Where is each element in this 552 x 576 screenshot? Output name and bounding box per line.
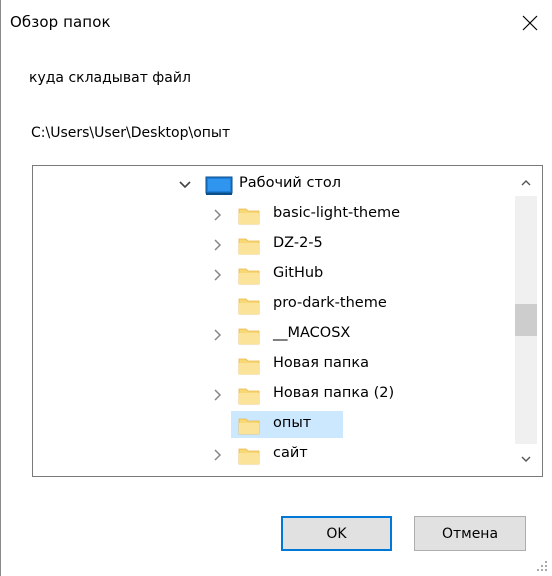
- browse-folders-dialog: Обзор папок куда складыват файл C:\Users…: [0, 0, 552, 576]
- selected-path: C:\Users\User\Desktop\опыт: [31, 125, 231, 141]
- chevron-right-icon[interactable]: [209, 207, 225, 223]
- tree-item-label: DZ-2-5: [273, 235, 323, 251]
- vertical-scrollbar[interactable]: [510, 166, 542, 476]
- tree-item[interactable]: GitHub: [33, 259, 511, 289]
- tree-item[interactable]: Новая папка: [33, 349, 511, 379]
- tree-item[interactable]: сайт: [33, 439, 511, 469]
- chevron-right-icon[interactable]: [209, 447, 225, 463]
- chevron-right-icon[interactable]: [209, 327, 225, 343]
- tree-item-label: GitHub: [273, 265, 324, 281]
- scrollbar-thumb[interactable]: [515, 304, 537, 336]
- tree-item[interactable]: Новая папка (2): [33, 379, 511, 409]
- chevron-right-icon[interactable]: [209, 237, 225, 253]
- window-title: Обзор папок: [10, 13, 111, 31]
- folder-icon: [238, 358, 260, 375]
- scrollbar-track[interactable]: [515, 196, 537, 444]
- tree-item[interactable]: pro-dark-theme: [33, 289, 511, 319]
- tree-item[interactable]: basic-light-theme: [33, 199, 511, 229]
- folder-icon: [238, 238, 260, 255]
- tree-item[interactable]: опыт: [33, 409, 511, 439]
- scroll-up-button[interactable]: [510, 170, 542, 196]
- ok-button[interactable]: OK: [281, 516, 392, 551]
- folder-icon: [238, 208, 260, 225]
- chevron-right-icon[interactable]: [209, 387, 225, 403]
- scroll-down-button[interactable]: [510, 446, 542, 472]
- folder-icon: [238, 418, 260, 435]
- tree-item-label: pro-dark-theme: [273, 295, 387, 311]
- tree-item-label: __MACOSX: [273, 325, 351, 341]
- folder-icon: [238, 268, 260, 285]
- chevron-right-icon[interactable]: [209, 267, 225, 283]
- chevron-up-icon: [521, 180, 531, 186]
- tree-item-label: Рабочий стол: [239, 175, 342, 191]
- close-button[interactable]: [508, 4, 552, 42]
- tree-item-desktop[interactable]: Рабочий стол: [33, 169, 511, 199]
- tree-item-label: сайт: [273, 445, 308, 461]
- folder-icon: [238, 328, 260, 345]
- close-icon: [522, 15, 538, 31]
- folder-icon: [238, 388, 260, 405]
- cancel-button[interactable]: Отмена: [414, 516, 526, 551]
- tree-item[interactable]: __MACOSX: [33, 319, 511, 349]
- folder-icon: [238, 298, 260, 315]
- title-bar[interactable]: Обзор папок: [0, 0, 552, 44]
- tree-item-label: Новая папка: [273, 355, 370, 371]
- tree-item-label: опыт: [273, 415, 312, 431]
- window-border: [0, 0, 1, 576]
- tree-item-label: Новая папка (2): [273, 385, 395, 401]
- chevron-down-icon: [521, 456, 531, 462]
- desktop-icon: [205, 176, 233, 195]
- tree-item-label: basic-light-theme: [273, 205, 401, 221]
- folder-icon: [238, 448, 260, 465]
- resize-grip-icon[interactable]: [536, 560, 548, 572]
- tree-item[interactable]: DZ-2-5: [33, 229, 511, 259]
- prompt-text: куда складыват файл: [29, 70, 191, 86]
- folder-tree[interactable]: Рабочий стол basic-light-theme DZ-2-5 GitH…: [32, 165, 543, 477]
- chevron-down-icon[interactable]: [177, 177, 193, 193]
